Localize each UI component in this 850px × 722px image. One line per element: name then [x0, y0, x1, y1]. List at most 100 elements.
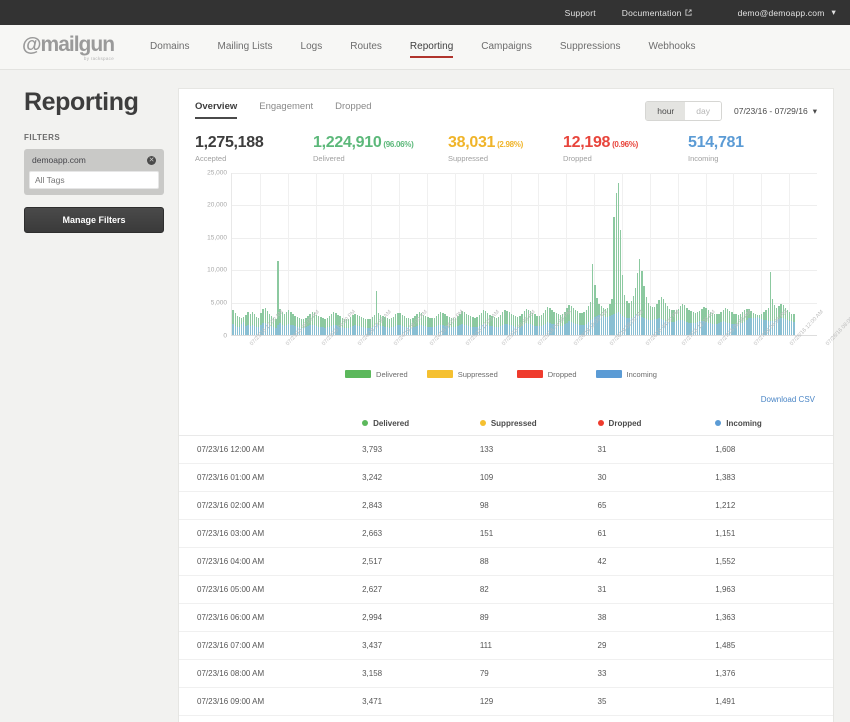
bar-segment-incoming [239, 327, 240, 335]
table-row[interactable]: 07/23/16 02:00 AM2,84398651,212 [179, 491, 833, 519]
bar-segment-incoming [346, 328, 347, 335]
nav-item-campaigns[interactable]: Campaigns [467, 32, 546, 62]
cell-timestamp: 07/23/16 07:00 AM [179, 631, 362, 659]
table-row[interactable]: 07/23/16 07:00 AM3,437111291,485 [179, 631, 833, 659]
chart-bar [622, 275, 623, 335]
bar-segment-delivered [661, 297, 662, 319]
bar-segment-incoming [676, 321, 677, 334]
logo-wordmark: @mailgun [22, 34, 114, 55]
chart-bar [502, 312, 503, 334]
nav-item-suppressions[interactable]: Suppressions [546, 32, 635, 62]
bar-segment-delivered [658, 300, 659, 318]
nav-item-reporting[interactable]: Reporting [396, 32, 467, 62]
chart-bar [292, 314, 293, 335]
granularity-day[interactable]: day [685, 102, 721, 120]
bar-segment-delivered [547, 307, 548, 322]
chart-bar [723, 310, 724, 335]
domain-filter-label: demoapp.com [32, 155, 86, 165]
bar-segment-delivered [254, 314, 255, 325]
bar-segment-delivered [695, 313, 696, 323]
table-row[interactable]: 07/23/16 09:00 AM3,471129351,491 [179, 687, 833, 715]
table-row[interactable]: 07/23/16 05:00 AM2,62782311,963 [179, 575, 833, 603]
bar-segment-incoming [568, 321, 569, 334]
col-header-label: Delivered [373, 419, 409, 428]
bar-segment-delivered [596, 298, 597, 316]
bar-segment-incoming [425, 326, 426, 334]
cell-timestamp: 07/23/16 10:00 AM [179, 715, 362, 722]
manage-filters-button[interactable]: Manage Filters [24, 207, 164, 233]
bar-segment-incoming [609, 316, 610, 335]
stat-value: 38,031 (2.98%) [448, 134, 563, 152]
bar-segment-incoming [753, 318, 754, 334]
bar-segment-delivered [539, 316, 540, 326]
tab-overview[interactable]: Overview [195, 101, 247, 119]
tags-input[interactable] [29, 171, 159, 189]
nav-item-webhooks[interactable]: Webhooks [634, 32, 709, 62]
account-menu[interactable]: demo@demoapp.com ▾ [738, 7, 836, 18]
bar-segment-delivered [320, 317, 321, 327]
nav-item-routes[interactable]: Routes [336, 32, 396, 62]
bar-segment-incoming [359, 326, 360, 334]
mailgun-logo[interactable]: @mailgun by rackspace [22, 34, 114, 61]
bar-segment-incoming [539, 326, 540, 334]
table-row[interactable]: 07/23/16 06:00 AM2,99489381,363 [179, 603, 833, 631]
bar-segment-incoming [312, 325, 313, 335]
support-link[interactable]: Support [565, 8, 596, 18]
bar-segment-incoming [275, 328, 276, 335]
bar-segment-delivered [545, 310, 546, 324]
nav-item-mailing-lists[interactable]: Mailing Lists [204, 32, 287, 62]
bar-segment-delivered [434, 318, 435, 327]
chart-bar [759, 315, 760, 335]
chart-bar [436, 316, 437, 334]
table-row[interactable]: 07/23/16 12:00 AM3,793133311,608 [179, 435, 833, 463]
bar-segment-delivered [258, 318, 259, 327]
cell-delivered: 2,663 [362, 519, 480, 547]
table-row[interactable]: 07/23/16 10:00 AM3,09182371,364 [179, 715, 833, 722]
nav-item-logs[interactable]: Logs [287, 32, 337, 62]
domain-filter-chip[interactable]: demoapp.com ✕ [29, 154, 159, 170]
bar-segment-incoming [254, 326, 255, 335]
chart-bar [322, 318, 323, 334]
stat-percent: (96.06%) [381, 140, 413, 149]
cell-delivered: 3,471 [362, 687, 480, 715]
bar-segment-delivered [232, 310, 233, 324]
table-row[interactable]: 07/23/16 04:00 AM2,51788421,552 [179, 547, 833, 575]
bar-segment-incoming [237, 327, 238, 335]
cell-suppressed: 88 [480, 547, 598, 575]
nav-item-domains[interactable]: Domains [136, 32, 203, 62]
bar-segment-delivered [389, 319, 390, 328]
table-row[interactable]: 07/23/16 08:00 AM3,15879331,376 [179, 659, 833, 687]
bar-segment-incoming [470, 327, 471, 335]
granularity-hour[interactable]: hour [646, 102, 685, 120]
bar-segment-delivered [361, 317, 362, 327]
bar-segment-incoming [528, 324, 529, 335]
bar-segment-incoming [250, 326, 251, 335]
download-csv-link[interactable]: Download CSV [761, 395, 815, 404]
bar-segment-incoming [504, 324, 505, 335]
documentation-link[interactable]: Documentation [622, 8, 692, 18]
bar-segment-incoming [680, 320, 681, 335]
bar-segment-delivered [235, 313, 236, 325]
bar-segment-delivered [245, 315, 246, 326]
bar-segment-incoming [506, 324, 507, 335]
cell-delivered: 2,843 [362, 491, 480, 519]
bar-segment-incoming [288, 324, 289, 335]
date-range-picker[interactable]: 07/23/16 - 07/29/16 ▾ [734, 106, 817, 117]
bar-segment-incoming [427, 327, 428, 335]
cell-suppressed: 133 [480, 435, 598, 463]
bar-segment-delivered [286, 312, 287, 325]
stat-dropped: 12,198 (0.96%)Dropped [563, 134, 688, 163]
bar-segment-delivered [620, 230, 621, 313]
tab-dropped[interactable]: Dropped [335, 101, 381, 119]
tab-engagement[interactable]: Engagement [259, 101, 323, 119]
bar-segment-incoming [605, 317, 606, 335]
chart-bar [539, 316, 540, 335]
table-row[interactable]: 07/23/16 01:00 AM3,242109301,383 [179, 463, 833, 491]
close-icon[interactable]: ✕ [147, 156, 156, 165]
table-row[interactable]: 07/23/16 03:00 AM2,663151611,151 [179, 519, 833, 547]
chart-bar [616, 193, 617, 334]
y-tick-label: 10,000 [207, 267, 227, 274]
chart-bar [324, 319, 325, 335]
chart-bar [714, 314, 715, 335]
bar-segment-incoming [712, 324, 713, 335]
